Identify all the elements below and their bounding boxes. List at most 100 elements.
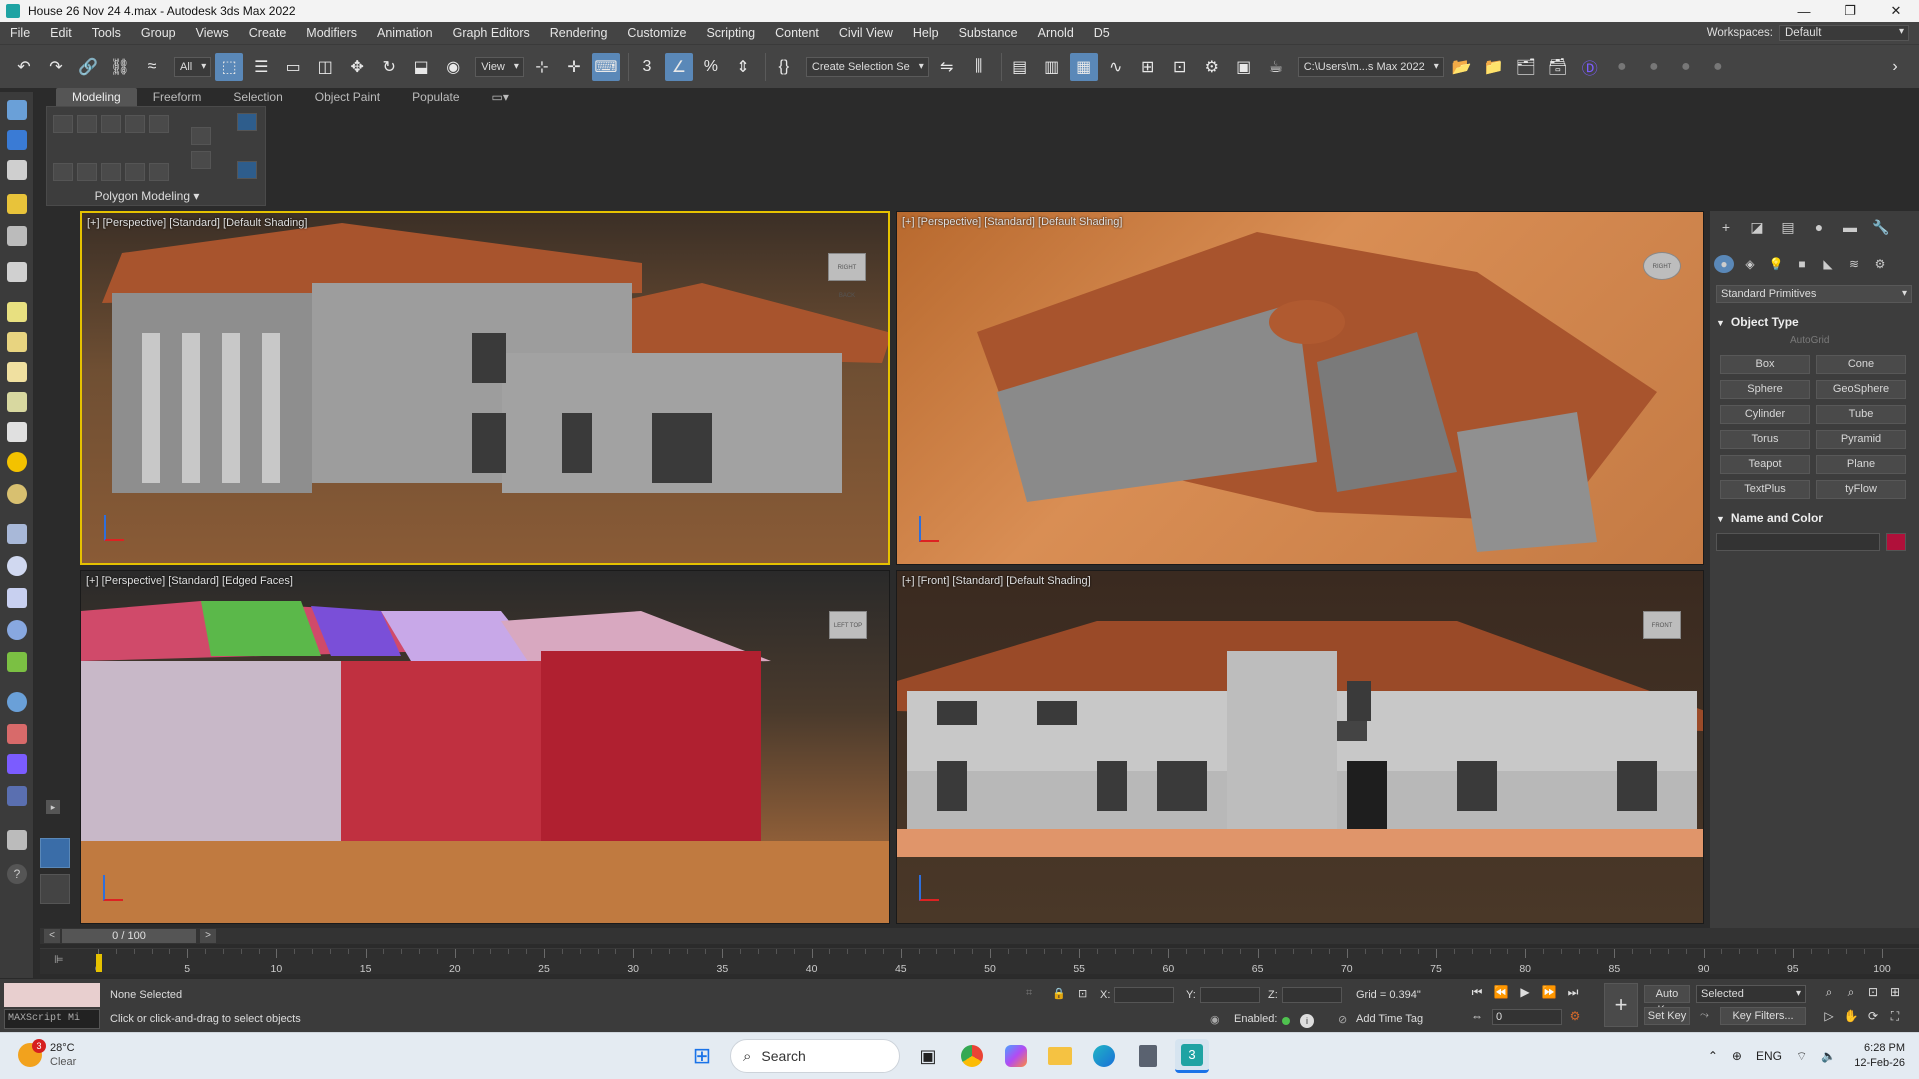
selection-icon[interactable] [7,160,27,180]
viewport-label[interactable]: [+] [Perspective] [Standard] [Edged Face… [86,575,293,587]
textplus-button[interactable]: TextPlus [1720,480,1810,499]
viewport-navigation-icon[interactable] [7,100,27,120]
viewport-front[interactable]: [+] [Front] [Standard] [Default Shading]… [896,570,1704,924]
ribbon-toggle-icon[interactable]: ▦ [1069,52,1098,81]
isolate-selection-icon[interactable]: ⌗ [1026,987,1032,1000]
manipulate-icon[interactable]: ✛ [560,53,588,81]
ribbon-options-icon[interactable]: ▭▾ [476,88,525,106]
sphere-icon[interactable] [7,332,27,352]
polygon-icon[interactable] [125,115,145,133]
utilities-tab-icon[interactable]: 🔧 [1869,219,1893,237]
scene-explorer-icon[interactable]: ▤ [1006,53,1034,81]
rendered-frame-window-icon[interactable]: ▣ [1230,53,1258,81]
placement-icon[interactable]: ◉ [439,53,467,81]
key-mode-toggle-icon[interactable]: ⚙ [1566,1009,1584,1025]
time-slider-prev-button[interactable]: < [44,929,60,943]
spinner-snap-icon[interactable]: ⇕ [729,53,757,81]
pin-stack-icon[interactable] [237,113,257,131]
zoom-all-icon[interactable]: ⌕ [1842,985,1860,1001]
box-button[interactable]: Box [1720,355,1810,374]
tab-freeform[interactable]: Freeform [137,88,218,106]
y-coordinate-field[interactable] [1200,987,1260,1003]
3dsmax-taskbar-icon[interactable]: 3 [1175,1039,1209,1073]
tyflow-button[interactable]: tyFlow [1816,480,1906,499]
default-tangents-icon[interactable]: ⤳ [1700,1009,1709,1022]
viewport-layout-four-icon[interactable] [40,838,70,868]
viewport-label[interactable]: [+] [Front] [Standard] [Default Shading] [902,575,1091,587]
menu-modifiers[interactable]: Modifiers [296,22,367,44]
preview-icon[interactable] [191,127,211,145]
rotate-icon[interactable]: ↻ [375,53,403,81]
mirror-icon[interactable]: ⇋ [933,53,961,81]
snaps-toggle-icon[interactable]: 3 [633,53,661,81]
viewcube-icon[interactable]: LEFT TOP [829,611,867,639]
material-editor-icon[interactable]: ⊡ [1166,53,1194,81]
cylinder-button[interactable]: Cylinder [1720,405,1810,424]
viewport-perspective-top-right[interactable]: [+] [Perspective] [Standard] [Default Sh… [896,211,1704,565]
z-coordinate-field[interactable] [1282,987,1342,1003]
next-frame-icon[interactable]: ⏩ [1540,985,1558,1001]
primitive-category-dropdown[interactable]: Standard Primitives [1716,285,1912,303]
info-icon[interactable]: i [1300,1014,1314,1028]
menu-arnold[interactable]: Arnold [1028,22,1084,44]
render-setup-icon[interactable]: ⚙ [1198,53,1226,81]
menu-file[interactable]: File [0,22,40,44]
task-view-icon[interactable]: ▣ [911,1039,945,1073]
time-cursor[interactable] [96,954,102,972]
time-slider-thumb[interactable]: 0 / 100 [62,929,196,943]
camera-icon[interactable] [7,226,27,246]
sky-icon[interactable] [7,484,27,504]
minimize-button[interactable]: — [1781,0,1827,22]
plant-icon[interactable] [7,652,27,672]
redo-icon[interactable]: ↷ [42,53,70,81]
maxscript-mini-listener[interactable]: MAXScript Mi [4,1009,100,1029]
schematic-view-icon[interactable]: ⊞ [1134,53,1162,81]
weather-widget[interactable]: 3 28°C Clear [18,1039,76,1069]
systems-icon[interactable]: ⚙ [1870,255,1890,273]
rectangle-selection-icon[interactable]: ▭ [279,53,307,81]
tube-button[interactable]: Tube [1816,405,1906,424]
object-name-field[interactable] [1716,533,1880,551]
sun-icon[interactable] [7,452,27,472]
field-of-view-icon[interactable]: ▷ [1820,1009,1838,1025]
set-key-plus-icon[interactable]: + [1604,983,1638,1027]
workspace-dropdown[interactable]: Default [1779,25,1909,41]
menu-group[interactable]: Group [131,22,186,44]
project-open-icon[interactable]: 📂 [1448,53,1476,81]
copilot-icon[interactable] [999,1039,1033,1073]
menu-customize[interactable]: Customize [617,22,696,44]
time-slider-next-button[interactable]: > [200,929,216,943]
link-icon[interactable]: 🔗 [74,53,102,81]
add-time-tag[interactable]: Add Time Tag [1356,1013,1423,1025]
geosphere-button[interactable]: GeoSphere [1816,380,1906,399]
viewport-layout-single-icon[interactable] [40,874,70,904]
named-selection-set-dropdown[interactable]: Create Selection Se [805,56,929,77]
menu-views[interactable]: Views [186,22,239,44]
absolute-mode-icon[interactable]: ⊡ [1078,987,1087,1000]
viewport-label[interactable]: [+] [Perspective] [Standard] [Default Sh… [87,217,307,229]
teapot-icon[interactable] [7,392,27,412]
teapot-button[interactable]: Teapot [1720,455,1810,474]
language-indicator[interactable]: ENG [1756,1049,1782,1063]
wifi-icon[interactable]: ⌔ [1796,1049,1807,1064]
d5-icon[interactable] [7,754,27,774]
brush-icon[interactable] [7,524,27,544]
pivot-center-icon[interactable]: ⊹ [528,53,556,81]
edge-icon[interactable] [77,115,97,133]
render-production-icon[interactable]: ☕ [1262,53,1290,81]
material-sphere-icon[interactable] [7,692,27,712]
render-icon[interactable] [7,786,27,806]
menu-tools[interactable]: Tools [82,22,131,44]
unlink-icon[interactable]: ⛓ [106,53,134,81]
show-hidden-icons-chevron-icon[interactable]: ⌃ [1708,1049,1718,1063]
cone-icon[interactable] [7,422,27,442]
x-coordinate-field[interactable] [1114,987,1174,1003]
element-icon[interactable] [149,115,169,133]
file-explorer-icon[interactable] [1043,1039,1077,1073]
arnold-settings-icon[interactable]: ● [1672,53,1700,81]
display-tab-icon[interactable]: ▬ [1838,219,1862,237]
adaptive-degradation-icon[interactable]: ◉ [1210,1013,1220,1026]
zoom-icon[interactable]: ⌕ [1820,985,1838,1001]
previous-frame-icon[interactable]: ⏪ [1492,985,1510,1001]
edit-named-selection-icon[interactable]: {} [770,53,798,81]
